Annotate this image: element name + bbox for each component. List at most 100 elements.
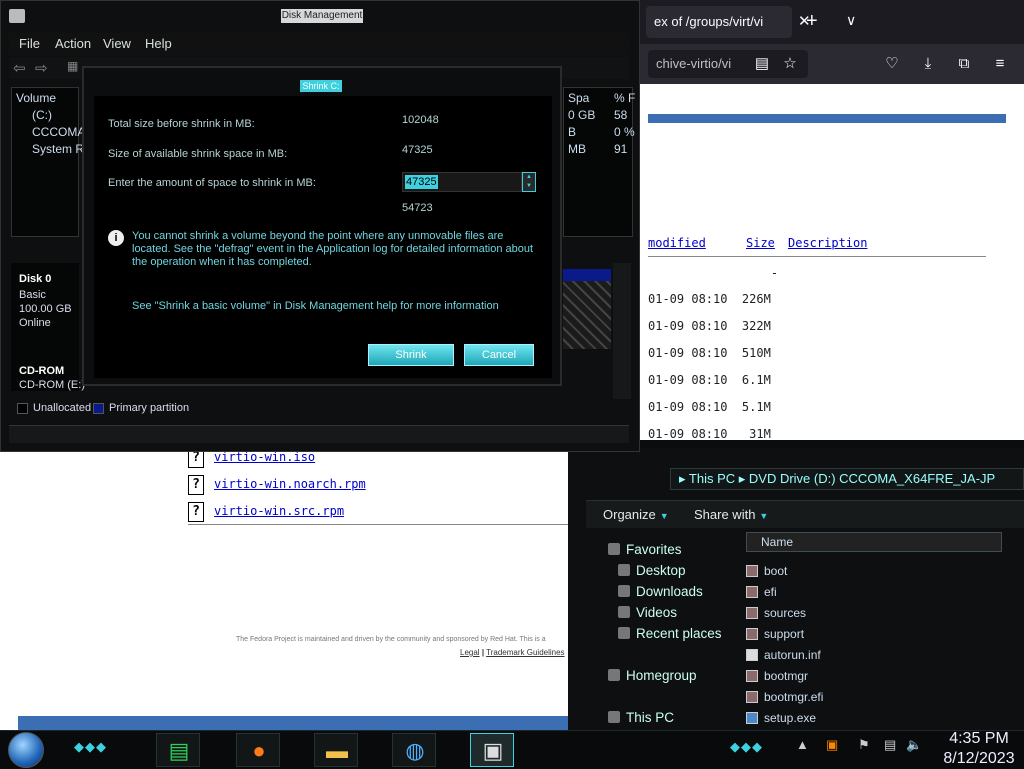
menu-action[interactable]: Action [55, 36, 91, 51]
file-item[interactable]: sources [746, 606, 807, 620]
disk-size: 100.00 GB [19, 303, 72, 315]
pocket-icon[interactable]: ♡ [882, 54, 902, 74]
nav-downloads[interactable]: Downloads [618, 584, 703, 599]
nav-label: Videos [636, 605, 678, 620]
volume-column-header[interactable]: Volume [16, 91, 56, 105]
file-item[interactable]: autorun.inf [746, 648, 821, 662]
status-bar [9, 425, 629, 443]
folder-icon: ▬ [326, 738, 348, 763]
file-name: bootmgr [764, 669, 809, 683]
downloads-folder-icon [618, 585, 630, 597]
unknown-file-icon: ? [188, 502, 204, 522]
file-link[interactable]: virtio-win.noarch.rpm [214, 477, 366, 491]
background-web-page: ? virtio-win.iso ? virtio-win.noarch.rpm… [0, 440, 568, 730]
tray-app-icon[interactable]: ▣ [826, 737, 838, 753]
file-item[interactable]: boot [746, 564, 787, 578]
file-link[interactable]: virtio-win.src.rpm [214, 504, 344, 518]
menu-icon[interactable]: ≡ [990, 54, 1010, 74]
disk-name: Disk 0 [19, 273, 51, 285]
file-link[interactable]: virtio-win.iso [214, 450, 315, 464]
downloads-icon[interactable]: ⤓ [918, 54, 938, 74]
menu-file[interactable]: File [19, 36, 40, 51]
nav-homegroup[interactable]: Homegroup [608, 668, 697, 683]
shrink-amount-input[interactable]: 47325 [402, 172, 522, 192]
col-description[interactable]: Description [788, 236, 867, 250]
disk-view-icon[interactable]: ▦ [67, 59, 78, 73]
disk-0-panel[interactable]: Disk 0 Basic 100.00 GB Online CD-ROM CD-… [11, 263, 85, 391]
name-column-header[interactable]: Name [746, 532, 1002, 552]
address-bar[interactable]: ▸ This PC ▸ DVD Drive (D:) CCCOMA_X64FRE… [670, 468, 1024, 490]
nav-favorites[interactable]: Favorites [608, 542, 682, 557]
listing-row: 01-09 08:10 6.1M [648, 373, 771, 387]
explorer-window: ▸ This PC ▸ DVD Drive (D:) CCCOMA_X64FRE… [568, 448, 1024, 730]
shrink-button[interactable]: Shrink [368, 344, 454, 366]
share-with-button[interactable]: Share with ▼ [694, 507, 768, 522]
taskbar-firefox[interactable]: ● [236, 733, 280, 767]
disk-status: Online [19, 317, 51, 329]
file-name: efi [764, 585, 777, 599]
legal-link[interactable]: Legal [460, 648, 480, 657]
web-page: modified Size Description - 01-09 08:10 … [640, 84, 1024, 440]
back-arrow-icon[interactable]: ⇦ [13, 59, 26, 77]
tab-bar: ex of /groups/virt/vi ✕ + ∨ [640, 0, 1024, 44]
folder-icon [746, 628, 758, 640]
taskbar-file-explorer[interactable]: ▬ [314, 733, 358, 767]
nav-label: Desktop [636, 563, 686, 578]
action-center-flag-icon[interactable]: ⚑ [858, 737, 870, 753]
forward-arrow-icon[interactable]: ⇨ [35, 59, 48, 77]
start-button[interactable] [8, 732, 44, 768]
clock[interactable]: 4:35 PM 8/12/2023 [936, 729, 1022, 769]
volume-row[interactable]: System R [32, 142, 84, 156]
videos-folder-icon [618, 606, 630, 618]
taskbar-disk-management[interactable]: ▣ [470, 733, 514, 767]
nav-label: Downloads [636, 584, 703, 599]
free-space-header[interactable]: Spa [568, 91, 589, 105]
bookmark-star-icon[interactable]: ☆ [780, 54, 800, 74]
menu-view[interactable]: View [103, 36, 131, 51]
taskbar-internet-download[interactable]: ◍ [392, 733, 436, 767]
dialog-body: Total size before shrink in MB: 102048 S… [94, 96, 552, 378]
shrink-amount-value[interactable]: 47325 [405, 175, 438, 189]
file-item[interactable]: support [746, 627, 804, 641]
dialog-title: Shrink C: [300, 80, 342, 92]
menu-help[interactable]: Help [145, 36, 172, 51]
nav-this-pc[interactable]: This PC [608, 710, 674, 725]
show-hidden-icons-icon[interactable]: ▲ [796, 737, 809, 752]
volume-row[interactable]: (C:) [32, 108, 52, 122]
volume-row[interactable]: CCCOMA [32, 125, 85, 139]
browser-tab[interactable]: ex of /groups/virt/vi [646, 6, 792, 38]
cell: 91 [614, 142, 628, 156]
nav-label: Recent places [636, 626, 722, 641]
percent-free-header[interactable]: % F [614, 91, 635, 105]
spin-buttons[interactable]: ▲ ▼ [522, 172, 536, 192]
nav-videos[interactable]: Videos [618, 605, 678, 620]
listing-row: 01-09 08:10 322M [648, 319, 771, 333]
notes-app-icon: ▤ [168, 738, 190, 763]
taskbar-notes-app[interactable]: ▤ [156, 733, 200, 767]
available-value: 47325 [402, 144, 433, 156]
file-item[interactable]: bootmgr.efi [746, 690, 823, 704]
file-item[interactable]: bootmgr [746, 669, 809, 683]
cancel-button[interactable]: Cancel [464, 344, 534, 366]
list-all-tabs-button[interactable]: ∨ [846, 12, 856, 29]
extensions-icon[interactable]: ⧉ [954, 54, 974, 74]
file-name: setup.exe [764, 711, 817, 725]
trademark-link[interactable]: Trademark Guidelines [486, 648, 564, 657]
file-name: sources [764, 606, 807, 620]
file-item[interactable]: setup.exe [746, 711, 817, 725]
organize-button[interactable]: Organize ▼ [603, 507, 669, 522]
new-tab-button[interactable]: + [806, 10, 818, 33]
primary-partition-block[interactable] [563, 269, 611, 349]
nav-desktop[interactable]: Desktop [618, 563, 686, 578]
network-icon[interactable]: ▤ [884, 737, 896, 753]
reader-view-icon[interactable]: ▤ [752, 54, 772, 74]
file-item[interactable]: efi [746, 585, 777, 599]
window-title: Disk Management [281, 9, 363, 23]
volume-icon[interactable]: 🔈 [906, 737, 922, 753]
col-modified[interactable]: modified [648, 236, 706, 250]
vertical-scrollbar[interactable] [613, 263, 631, 399]
nav-recent-places[interactable]: Recent places [618, 626, 722, 641]
system-file-icon [746, 691, 758, 703]
col-size[interactable]: Size [746, 236, 775, 250]
folder-icon [746, 607, 758, 619]
